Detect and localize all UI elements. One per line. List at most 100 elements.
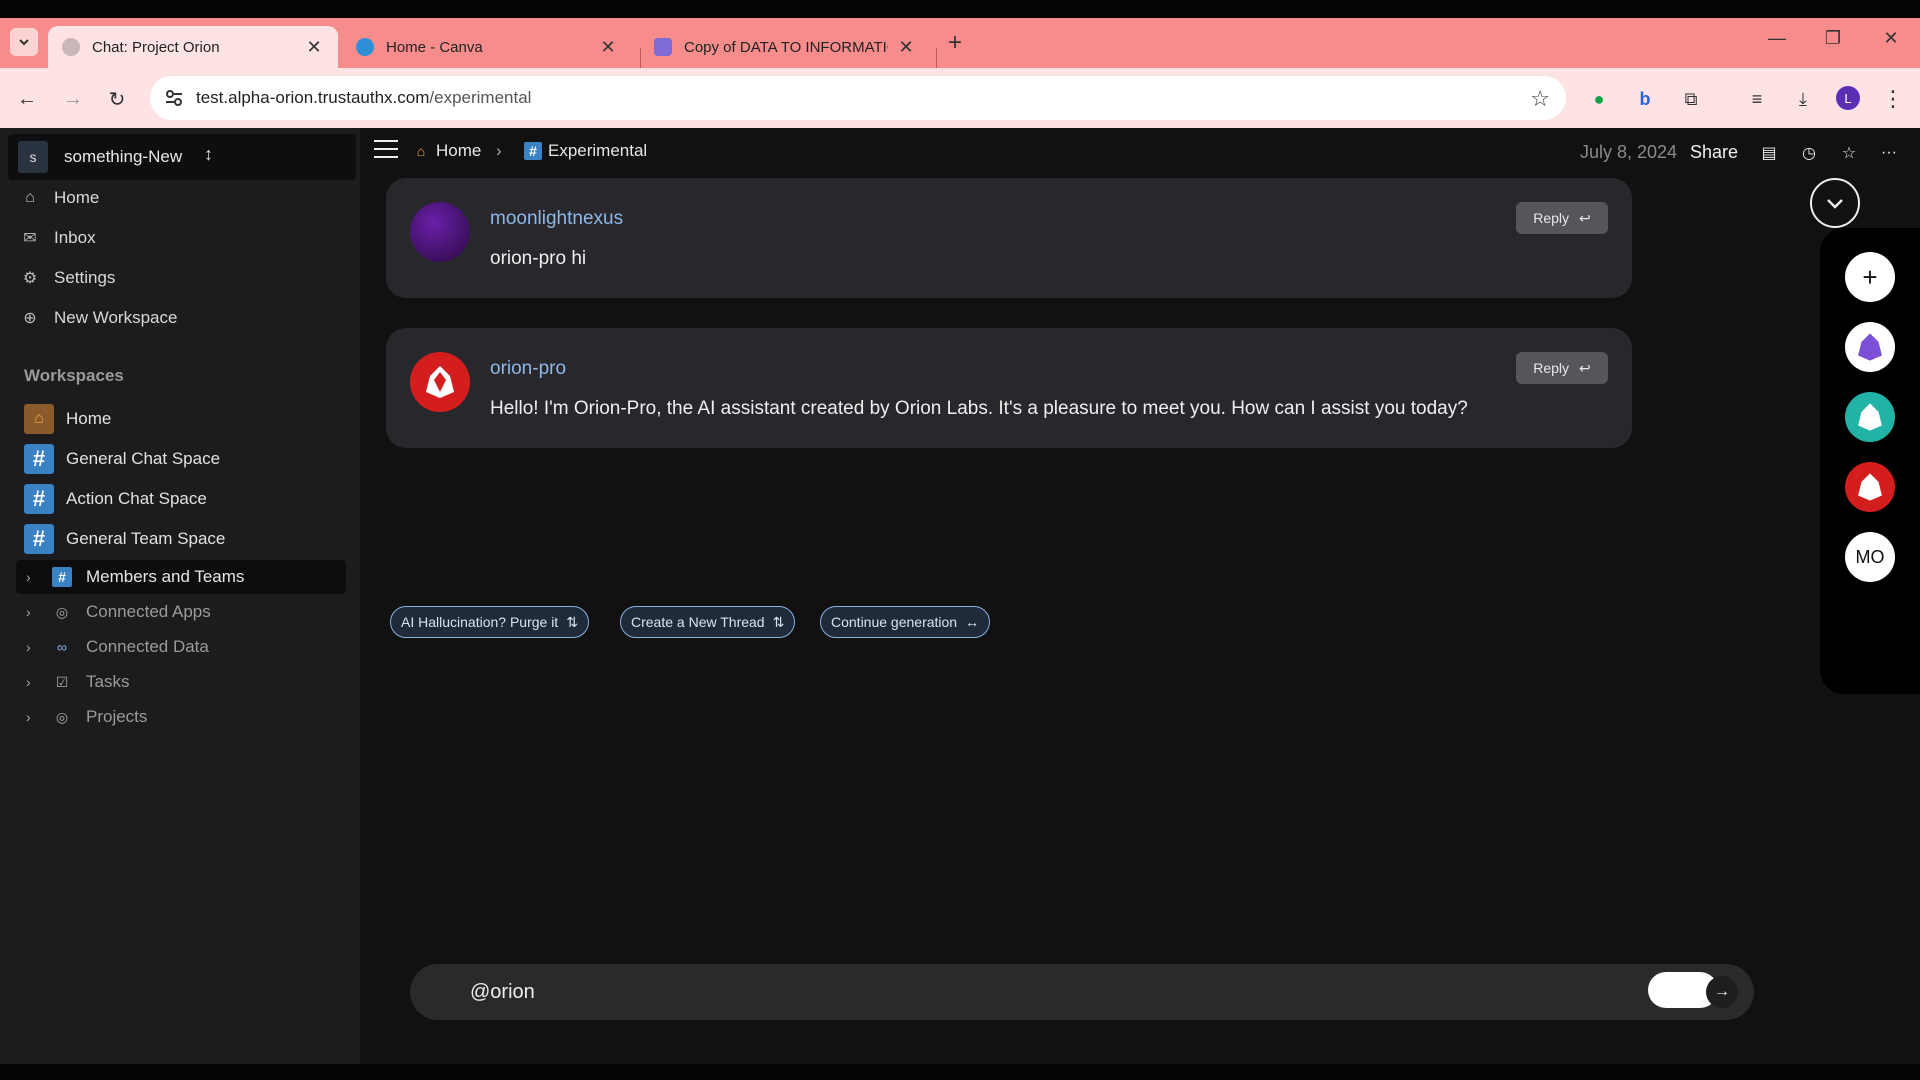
app-window: s something-New ↕ ⌂ Home ✉ Inbox ⚙ Setti… xyxy=(0,128,1920,1064)
double-arrow-icon: ↔ xyxy=(965,614,980,630)
bot-avatar-red[interactable] xyxy=(1845,462,1895,512)
reply-arrow-icon: ↩ xyxy=(1579,359,1591,376)
chevron-right-icon[interactable]: › xyxy=(26,674,46,690)
address-bar[interactable]: test.alpha-orion.trustauthx.com/experime… xyxy=(150,76,1566,120)
hash-icon: # xyxy=(24,484,54,514)
projects-icon: ◎ xyxy=(55,708,69,725)
reply-arrow-icon: ↩ xyxy=(1579,209,1591,226)
bot-logo-icon xyxy=(1858,403,1882,431)
tree-item-label: Tasks xyxy=(86,672,130,691)
tab-home-canva[interactable]: Home - Canva ✕ xyxy=(342,26,632,68)
link-icon: ∞ xyxy=(57,639,67,655)
sidebar-link-new-workspace[interactable]: ⊕ New Workspace xyxy=(20,308,177,328)
workspace-item-home[interactable]: ⌂ Home xyxy=(24,404,111,434)
grammarly-icon[interactable]: ● xyxy=(1586,86,1612,112)
bot-avatar-purple[interactable] xyxy=(1845,322,1895,372)
tab-title: Chat: Project Orion xyxy=(92,38,220,56)
sidebar-link-label: Home xyxy=(54,188,100,207)
chevron-down-icon xyxy=(1827,199,1843,209)
tree-item-tasks[interactable]: › ☑ Tasks xyxy=(16,665,346,699)
continue-generation-button[interactable]: Continue generation ↔ xyxy=(820,606,991,638)
tab-search-button[interactable] xyxy=(10,28,38,56)
workspace-item-general-chat[interactable]: # General Chat Space xyxy=(24,444,220,474)
share-button[interactable]: Share xyxy=(1690,142,1738,163)
purge-hallucination-button[interactable]: AI Hallucination? Purge it ⇅ xyxy=(390,606,589,638)
workspace-item-general-team[interactable]: # General Team Space xyxy=(24,524,225,554)
minimize-icon[interactable]: — xyxy=(1762,28,1792,49)
message-card: moonlightnexus orion-pro hi Reply ↩ xyxy=(386,178,1632,298)
page-header: ⌂ Home › # Experimental July 8, 2024 Sha… xyxy=(360,128,1920,176)
message-input[interactable] xyxy=(470,974,1570,1010)
chevron-right-icon[interactable]: › xyxy=(26,604,46,620)
chip-label: Continue generation xyxy=(831,614,958,630)
tree-item-label: Projects xyxy=(86,707,148,726)
chevron-right-icon[interactable]: › xyxy=(26,639,46,655)
media-queue-icon[interactable]: ≡ xyxy=(1744,86,1770,112)
breadcrumb-separator: › xyxy=(496,141,502,160)
workspace-item-action-chat[interactable]: # Action Chat Space xyxy=(24,484,207,514)
chevron-right-icon[interactable]: › xyxy=(26,569,46,585)
close-icon[interactable]: ✕ xyxy=(896,37,916,58)
tree-item-members-and-teams[interactable]: › # Members and Teams xyxy=(16,560,346,594)
orion-logo-icon xyxy=(426,366,454,398)
hamburger-menu-icon[interactable] xyxy=(374,140,398,160)
tree-item-projects[interactable]: › ◎ Projects xyxy=(16,700,346,734)
message-card: orion-pro Hello! I'm Orion-Pro, the AI a… xyxy=(386,328,1632,448)
close-icon[interactable]: ✕ xyxy=(598,37,618,58)
avatar[interactable] xyxy=(410,352,470,412)
forward-arrow-icon[interactable]: → xyxy=(60,86,86,112)
reload-icon[interactable]: ↻ xyxy=(104,86,130,112)
url-path: /experimental xyxy=(429,88,532,107)
avatar[interactable] xyxy=(410,202,470,262)
close-icon[interactable]: ✕ xyxy=(304,37,324,58)
bookmark-star-icon[interactable]: ☆ xyxy=(1530,86,1550,112)
sidebar-link-settings[interactable]: ⚙ Settings xyxy=(20,268,116,288)
back-arrow-icon[interactable]: ← xyxy=(14,86,40,112)
workspace-switcher[interactable]: s something-New ↕ xyxy=(8,134,356,180)
new-tab-button[interactable]: + xyxy=(948,28,962,58)
create-thread-button[interactable]: Create a New Thread ⇅ xyxy=(620,606,796,638)
sidebar-link-inbox[interactable]: ✉ Inbox xyxy=(20,228,95,248)
tree-item-label: Members and Teams xyxy=(86,567,245,586)
download-icon[interactable]: ⤓ xyxy=(1790,86,1816,112)
window-close-icon[interactable]: ✕ xyxy=(1876,28,1906,49)
tree-item-label: Connected Apps xyxy=(86,602,211,621)
reply-button[interactable]: Reply ↩ xyxy=(1516,352,1608,384)
sidebar-link-label: Settings xyxy=(54,268,116,287)
profile-avatar[interactable]: L xyxy=(1836,86,1860,110)
tree-item-connected-data[interactable]: › ∞ Connected Data xyxy=(16,630,346,664)
user-avatar-mo[interactable]: MO xyxy=(1845,532,1895,582)
tab-title: Home - Canva xyxy=(386,38,483,56)
tab-copy-of-data[interactable]: Copy of DATA TO INFORMATIO ✕ xyxy=(640,26,930,68)
more-horizontal-icon[interactable]: ··· xyxy=(1878,142,1900,164)
message-author[interactable]: moonlightnexus xyxy=(490,208,623,230)
restore-icon[interactable]: ❐ xyxy=(1818,28,1848,49)
message-author[interactable]: orion-pro xyxy=(490,358,566,380)
favorite-star-icon[interactable]: ☆ xyxy=(1838,142,1860,164)
more-vertical-icon[interactable]: ⋮ xyxy=(1880,86,1906,112)
extensions-puzzle-icon[interactable]: ⧉ xyxy=(1678,86,1704,112)
breadcrumb-current[interactable]: # Experimental xyxy=(524,141,647,161)
site-settings-icon[interactable] xyxy=(164,88,184,108)
gear-icon: ⚙ xyxy=(22,270,38,287)
chevron-right-icon[interactable]: › xyxy=(26,709,46,725)
collapse-chevron-icon[interactable] xyxy=(1810,178,1860,228)
add-member-button[interactable]: + xyxy=(1845,252,1895,302)
send-arrow-icon[interactable]: → xyxy=(1706,976,1738,1008)
history-clock-icon[interactable]: ◷ xyxy=(1798,142,1820,164)
tab-chat-project-orion[interactable]: Chat: Project Orion ✕ xyxy=(48,26,338,68)
bing-icon[interactable]: b xyxy=(1632,86,1658,112)
bot-avatar-teal[interactable] xyxy=(1845,392,1895,442)
up-down-arrow-icon: ↕ xyxy=(204,144,213,164)
reply-button[interactable]: Reply ↩ xyxy=(1516,202,1608,234)
sidebar-link-home[interactable]: ⌂ Home xyxy=(20,188,99,208)
breadcrumb-home[interactable]: ⌂ Home xyxy=(412,141,482,161)
workspace-avatar: s xyxy=(18,141,48,173)
comment-icon[interactable]: ▤ xyxy=(1758,142,1780,164)
chevron-down-icon xyxy=(19,39,29,46)
message-composer: → xyxy=(410,964,1754,1020)
tree-item-connected-apps[interactable]: › ◎ Connected Apps xyxy=(16,595,346,629)
screen-top-bar xyxy=(0,0,1920,18)
bot-logo-icon xyxy=(1858,333,1882,361)
plus-circle-icon: ⊕ xyxy=(23,310,37,327)
